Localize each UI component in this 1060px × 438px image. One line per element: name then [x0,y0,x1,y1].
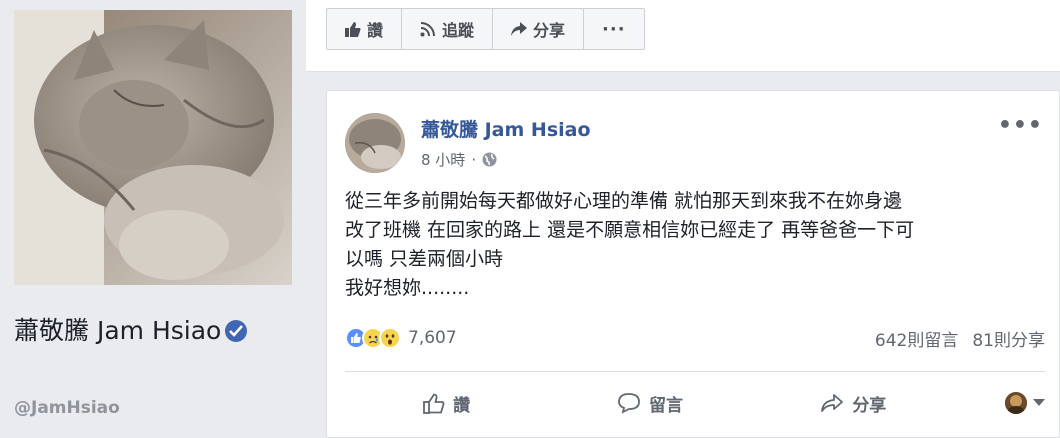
more-dots-icon: ··· [602,18,626,40]
follow-button[interactable]: 追蹤 [402,9,494,49]
more-options-button[interactable]: ··· [584,9,644,49]
engagement-counts: 642則留言 81則分享 [875,326,1045,351]
verified-badge-icon [225,320,248,342]
share-page-label: 分享 [533,21,566,40]
profile-name-text: 蕭敬騰 Jam Hsiao [14,316,222,345]
post-text-line: 改了班機 在回家的路上 還是不願意相信妳已經走了 再等爸爸一下可 [345,219,915,241]
comment-label: 留言 [648,395,683,416]
thumbs-up-outline-icon [423,393,445,414]
profile-name[interactable]: 蕭敬騰 Jam Hsiao [14,312,294,350]
globe-icon [482,152,497,167]
main-column: 讚 追蹤 分享 ··· 蕭敬騰 Jam Hsiao 8 小時 · ••• 從三年… [306,0,1060,438]
rss-icon [420,22,436,37]
shares-count-link[interactable]: 81則分享 [972,326,1045,351]
post-as-selector[interactable] [955,392,1045,414]
page-action-buttons: 讚 追蹤 分享 ··· [326,8,645,50]
share-arrow-icon [511,22,528,36]
post-stats: 7,607 642則留言 81則分享 [345,323,1045,353]
post-text-line: 我好想妳........ [345,277,470,299]
post-timestamp[interactable]: 8 小時 [421,149,465,170]
author-avatar[interactable] [345,113,405,173]
share-label: 分享 [852,395,887,416]
wow-reaction-icon [379,327,401,349]
share-page-button[interactable]: 分享 [493,9,585,49]
post-divider [345,371,1045,372]
post-options-button[interactable]: ••• [998,113,1043,138]
comment-bubble-icon [618,393,640,414]
post-meta: 8 小時 · [421,149,497,170]
post-action-bar: 讚 留言 分享 [345,379,1045,427]
like-label: 讚 [453,395,471,416]
profile-sidebar: 蕭敬騰 Jam Hsiao @JamHsiao [0,0,306,438]
thumbs-up-icon [345,21,361,37]
profile-photo[interactable] [14,10,292,285]
post-author[interactable]: 蕭敬騰 Jam Hsiao [421,115,591,142]
reaction-count: 7,607 [408,328,457,348]
page-action-bar: 讚 追蹤 分享 ··· [306,0,1060,72]
share-button[interactable]: 分享 [752,391,955,416]
post-card: 蕭敬騰 Jam Hsiao 8 小時 · ••• 從三年多前開始每天都做好心理的… [326,90,1060,438]
user-avatar [1004,392,1027,414]
like-page-label: 讚 [367,21,384,40]
reactions-summary[interactable]: 7,607 [345,327,457,349]
post-body: 從三年多前開始每天都做好心理的準備 就怕那天到來我不在妳身邊 改了班機 在回家的… [345,187,1035,303]
share-arrow-outline-icon [821,394,844,412]
profile-handle[interactable]: @JamHsiao [14,398,120,418]
meta-separator: · [471,150,477,169]
chevron-down-icon [1032,399,1045,406]
like-page-button[interactable]: 讚 [327,9,403,49]
post-text-line: 以嗎 只差兩個小時 [345,248,504,270]
comment-button[interactable]: 留言 [548,391,751,416]
follow-label: 追蹤 [442,21,475,40]
post-text-line: 從三年多前開始每天都做好心理的準備 就怕那天到來我不在妳身邊 [345,190,903,212]
like-button[interactable]: 讚 [345,391,548,416]
comments-count-link[interactable]: 642則留言 [875,326,958,351]
